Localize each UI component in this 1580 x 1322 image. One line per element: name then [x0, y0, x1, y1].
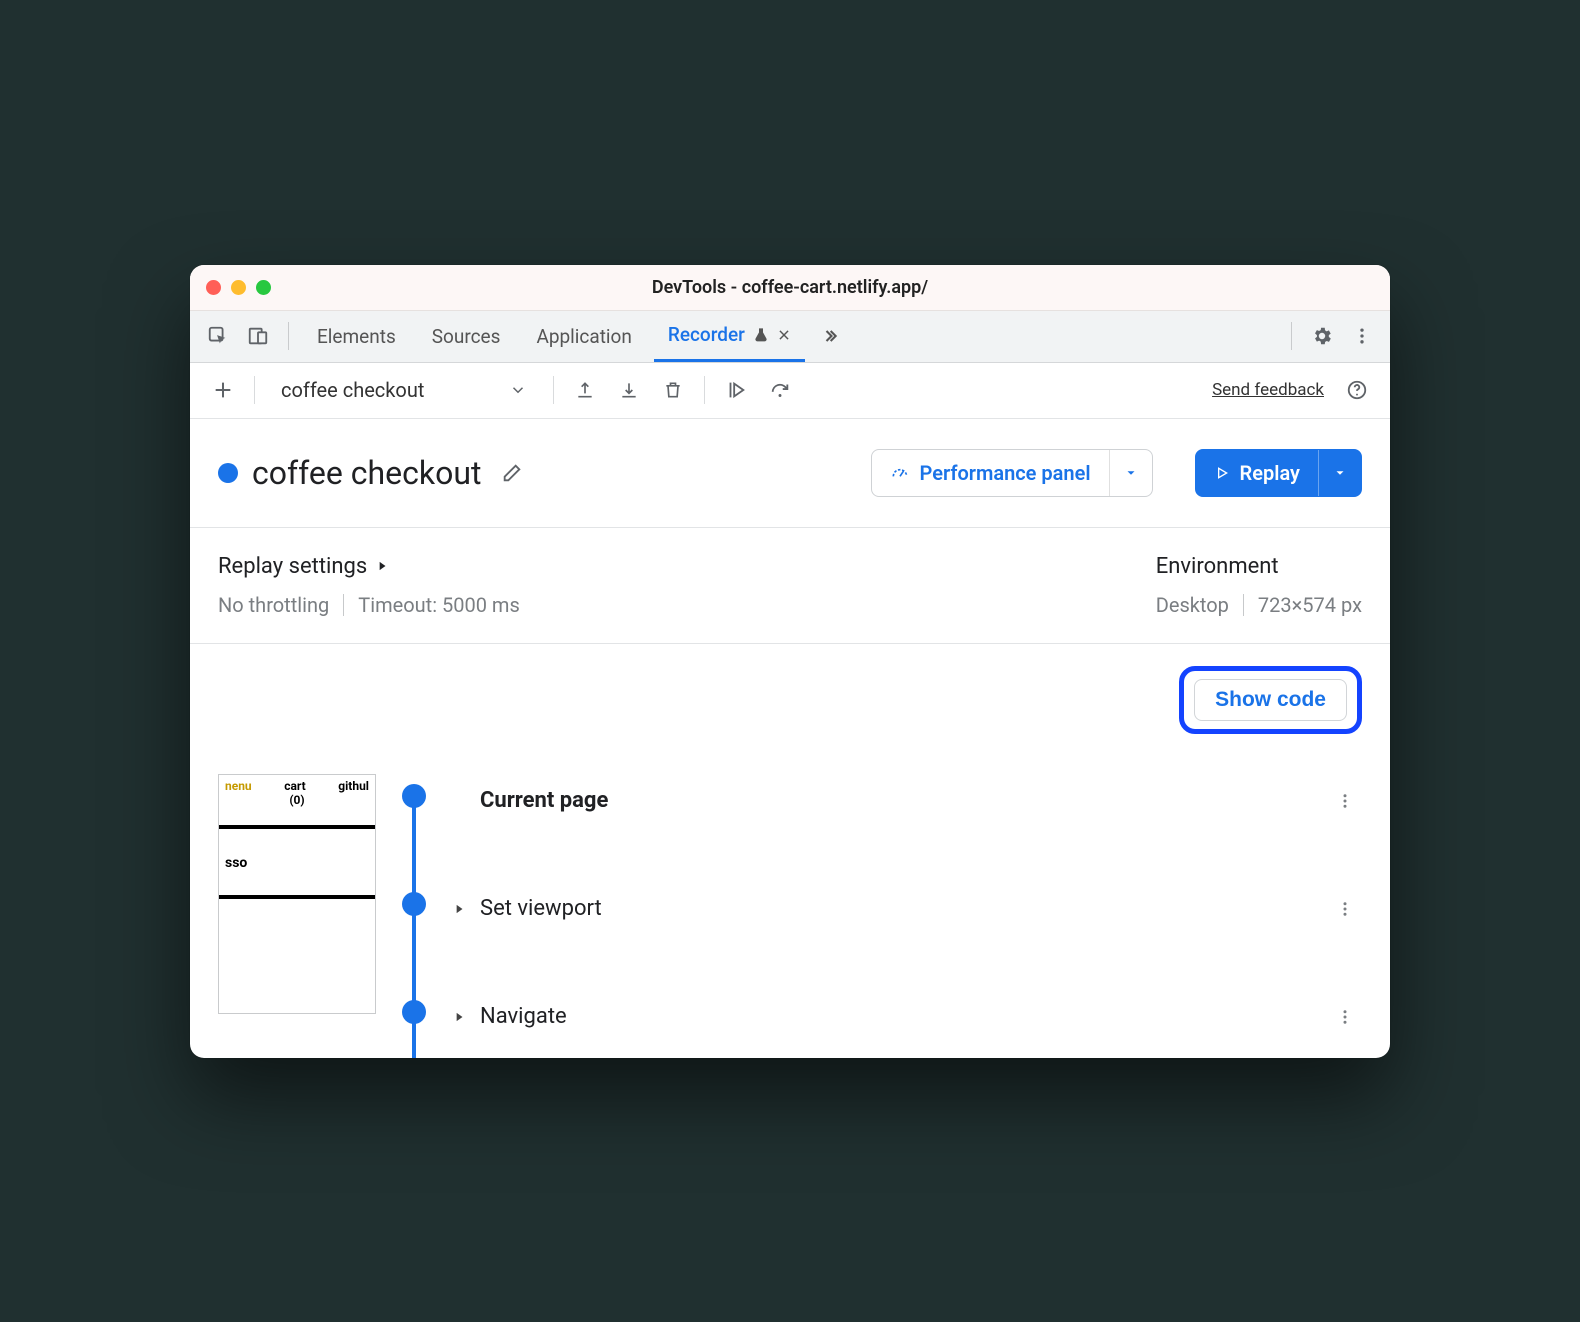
gauge-icon	[890, 463, 910, 483]
tab-label: Recorder	[668, 323, 745, 346]
recording-dropdown[interactable]: coffee checkout	[269, 371, 539, 409]
timeout-value: Timeout: 5000 ms	[358, 593, 520, 617]
tab-label: Application	[536, 325, 631, 348]
button-label: Replay	[1240, 461, 1300, 485]
thumb-divider	[219, 895, 375, 899]
devtools-window: DevTools - coffee-cart.netlify.app/ Elem…	[190, 265, 1390, 1058]
steps-list: Current page Set viewport Navigate	[452, 774, 1362, 1058]
divider	[553, 376, 554, 404]
step-current-page[interactable]: Current page	[452, 778, 1362, 824]
thumb-divider	[219, 825, 375, 829]
settings-gear-icon[interactable]	[1306, 320, 1338, 352]
step-more-icon[interactable]	[1336, 900, 1362, 918]
tutorial-highlight: Show code	[1179, 666, 1362, 734]
step-label: Navigate	[474, 1004, 1336, 1029]
thumb-cart-count: (0)	[225, 793, 369, 807]
timeline-dot	[402, 892, 426, 916]
step-label: Current page	[474, 788, 1336, 813]
flask-icon	[753, 327, 769, 343]
timeline	[396, 774, 432, 1058]
send-feedback-link[interactable]: Send feedback	[1212, 380, 1324, 400]
panel-tabs: Elements Sources Application Recorder	[190, 311, 1390, 363]
thumb-github-label: githul	[338, 779, 369, 793]
inspect-element-icon[interactable]	[202, 320, 234, 352]
thumb-menu-label: nenu	[225, 779, 252, 793]
caret-right-icon	[375, 559, 389, 573]
kebab-menu-icon[interactable]	[1346, 320, 1378, 352]
heading-label: Environment	[1156, 554, 1279, 579]
thumb-cart-label: cart	[284, 779, 305, 793]
recorder-toolbar: coffee checkout Send feedback	[190, 363, 1390, 419]
steps-area: nenu cart githul (0) sso Current page	[190, 774, 1390, 1058]
device-toggle-icon[interactable]	[242, 320, 274, 352]
edit-title-icon[interactable]	[501, 462, 523, 484]
page-thumbnail: nenu cart githul (0) sso	[218, 774, 376, 1014]
tab-label: Sources	[432, 325, 501, 348]
divider	[288, 322, 289, 350]
caret-right-icon	[452, 1010, 474, 1024]
throttle-value: No throttling	[218, 593, 329, 617]
replay-button[interactable]: Replay	[1195, 449, 1362, 497]
close-tab-icon[interactable]	[777, 328, 791, 342]
divider	[343, 594, 344, 616]
viewport-value: 723×574 px	[1258, 593, 1362, 617]
import-icon[interactable]	[612, 373, 646, 407]
button-label: Performance panel	[920, 461, 1091, 485]
replay-settings-toggle[interactable]: Replay settings	[218, 554, 1156, 579]
divider	[704, 376, 705, 404]
titlebar: DevTools - coffee-cart.netlify.app/	[190, 265, 1390, 311]
step-more-icon[interactable]	[1336, 1008, 1362, 1026]
tab-elements[interactable]: Elements	[303, 311, 410, 362]
caret-right-icon	[452, 902, 474, 916]
more-tabs-icon[interactable]	[813, 320, 845, 352]
chevron-down-icon	[509, 381, 527, 399]
step-set-viewport[interactable]: Set viewport	[452, 886, 1362, 932]
timeline-dot	[402, 1000, 426, 1024]
window-title: DevTools - coffee-cart.netlify.app/	[190, 277, 1390, 298]
device-value: Desktop	[1156, 593, 1229, 617]
heading-label: Replay settings	[218, 554, 367, 579]
tab-recorder[interactable]: Recorder	[654, 311, 805, 362]
recording-header: coffee checkout Performance panel Replay	[190, 419, 1390, 528]
step-over-icon[interactable]	[763, 373, 797, 407]
thumb-product-label: sso	[225, 855, 369, 871]
status-dot-icon	[218, 463, 238, 483]
timeline-dot	[402, 784, 426, 808]
delete-icon[interactable]	[656, 373, 690, 407]
performance-panel-button[interactable]: Performance panel	[871, 449, 1153, 497]
continue-icon[interactable]	[719, 373, 753, 407]
new-recording-icon[interactable]	[206, 373, 240, 407]
step-navigate[interactable]: Navigate	[452, 994, 1362, 1040]
export-icon[interactable]	[568, 373, 602, 407]
step-more-icon[interactable]	[1336, 792, 1362, 810]
replay-caret[interactable]	[1319, 450, 1361, 496]
tab-sources[interactable]: Sources	[418, 311, 515, 362]
tab-application[interactable]: Application	[522, 311, 645, 362]
performance-panel-caret[interactable]	[1110, 450, 1152, 496]
settings-area: Replay settings No throttling Timeout: 5…	[190, 528, 1390, 644]
recording-dropdown-value: coffee checkout	[281, 378, 424, 402]
divider	[1291, 322, 1292, 350]
divider	[254, 376, 255, 404]
show-code-area: Show code	[190, 644, 1390, 774]
divider	[1243, 594, 1244, 616]
play-icon	[1214, 465, 1230, 481]
step-label: Set viewport	[474, 896, 1336, 921]
recording-title: coffee checkout	[252, 454, 481, 492]
show-code-button[interactable]: Show code	[1194, 679, 1347, 721]
environment-heading: Environment	[1156, 554, 1362, 579]
help-icon[interactable]	[1340, 373, 1374, 407]
tab-label: Elements	[317, 325, 396, 348]
